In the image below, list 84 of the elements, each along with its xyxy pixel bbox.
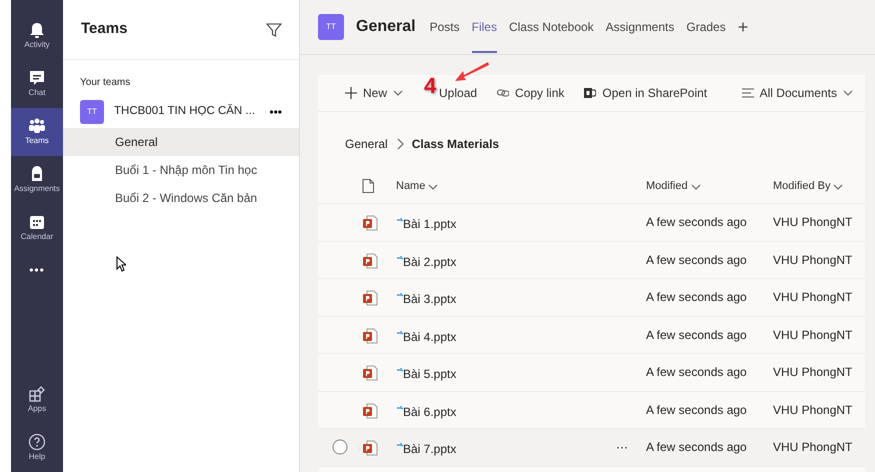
help-icon [28, 433, 46, 451]
powerpoint-file-icon [362, 440, 378, 456]
rail-item[interactable]: Chat [11, 60, 63, 108]
panel-title: Teams [81, 19, 128, 40]
table-cell-text: VHU PhongNT [773, 252, 854, 269]
toolbar-button[interactable]: Copy link [497, 84, 564, 102]
bell-icon [28, 21, 46, 39]
column-header[interactable]: Modified By [773, 178, 844, 195]
column-header[interactable]: Name [396, 178, 438, 195]
apps-icon [28, 385, 46, 403]
file-icon [362, 179, 374, 194]
table-cell-text: A few seconds ago [646, 439, 748, 456]
more-button[interactable]: ••• [269, 103, 282, 121]
table-cell-text: VHU PhongNT [773, 289, 854, 306]
powerpoint-file-icon [362, 252, 378, 269]
chevron-down-icon [690, 182, 701, 192]
rail-item[interactable]: Help [11, 424, 63, 472]
file-name[interactable]: Bài 3.pptx [403, 290, 456, 308]
chevron-down-icon [393, 88, 404, 98]
tab[interactable]: Posts [430, 1, 460, 53]
rail-item[interactable]: Assignments [11, 156, 63, 204]
toolbar-button[interactable]: Open in SharePoint [584, 84, 708, 102]
view-dropdown[interactable]: All Documents [742, 84, 853, 102]
toolbar-button[interactable]: New [345, 84, 404, 102]
more-button[interactable]: ••• [23, 260, 51, 280]
more-button[interactable]: ··· [616, 438, 628, 456]
channel-title: General [356, 17, 416, 37]
file-name[interactable]: Bài 4.pptx [403, 328, 456, 346]
table-cell-text: VHU PhongNT [773, 214, 854, 232]
rail-item[interactable]: Teams [11, 108, 63, 156]
toolbar-button[interactable]: Upload [439, 84, 478, 102]
powerpoint-file-icon [362, 402, 378, 419]
table-cell-text: VHU PhongNT [773, 326, 854, 344]
table-cell-text: VHU PhongNT [773, 439, 854, 456]
channel-item[interactable]: Buổi 1 - Nhập môn Tin học [63, 156, 299, 184]
table-cell-text: VHU PhongNT [773, 364, 854, 382]
powerpoint-file-icon [362, 215, 378, 232]
step-number: 4 [424, 72, 436, 100]
breadcrumb-item: Class Materials [412, 136, 500, 153]
sharepoint-icon [584, 87, 596, 99]
chevron-right-icon [396, 138, 404, 150]
channel-avatar: TT [318, 14, 344, 40]
rail-item[interactable]: Calendar [11, 204, 63, 252]
table-cell-text: A few seconds ago [646, 402, 748, 419]
tab[interactable]: Assignments [606, 1, 674, 53]
filter-icon[interactable] [266, 22, 282, 38]
plus-icon [345, 87, 357, 99]
powerpoint-file-icon [362, 365, 378, 382]
table-cell-text: A few seconds ago [646, 252, 748, 269]
chevron-down-icon [843, 88, 853, 98]
file-name[interactable]: Bài 2.pptx [403, 252, 456, 271]
list-icon [742, 87, 754, 99]
file-name[interactable]: Bài 1.pptx [403, 215, 456, 234]
channel-item[interactable]: Buổi 2 - Windows Căn bản [63, 184, 299, 212]
team-avatar: TT [80, 100, 104, 124]
table-cell-text: VHU PhongNT [773, 402, 854, 419]
table-cell-text: A few seconds ago [646, 289, 748, 306]
rail-item[interactable]: Apps [11, 376, 63, 424]
chat-icon [28, 69, 46, 87]
breadcrumb-item[interactable]: General [345, 135, 388, 153]
table-cell-text: A few seconds ago [646, 326, 748, 344]
people-icon [28, 117, 46, 135]
file-name[interactable]: Bài 6.pptx [403, 402, 456, 421]
file-name[interactable]: Bài 5.pptx [403, 365, 456, 384]
add-tab-button[interactable]: + [738, 14, 748, 40]
link-icon [497, 87, 510, 99]
section-label: Your teams [79, 76, 132, 90]
team-name[interactable]: THCB001 TIN HỌC CĂN ... [114, 103, 260, 121]
table-cell-text: A few seconds ago [646, 364, 748, 382]
rail-item[interactable]: Activity [11, 12, 63, 60]
tab[interactable]: Grades [686, 1, 726, 53]
file-name[interactable]: Bài 7.pptx [403, 440, 456, 458]
channel-item[interactable]: General [63, 128, 299, 156]
powerpoint-file-icon [362, 290, 378, 306]
chevron-down-icon [428, 182, 438, 192]
table-cell-text: A few seconds ago [646, 214, 748, 232]
tab[interactable]: Files [472, 1, 497, 53]
powerpoint-file-icon [362, 328, 378, 344]
column-header[interactable]: Modified [646, 178, 701, 195]
calendar-icon [28, 213, 46, 231]
select-circle[interactable] [332, 439, 348, 456]
chevron-down-icon [833, 182, 844, 192]
tab[interactable]: Class Notebook [508, 1, 594, 53]
cursor-icon [116, 256, 126, 272]
